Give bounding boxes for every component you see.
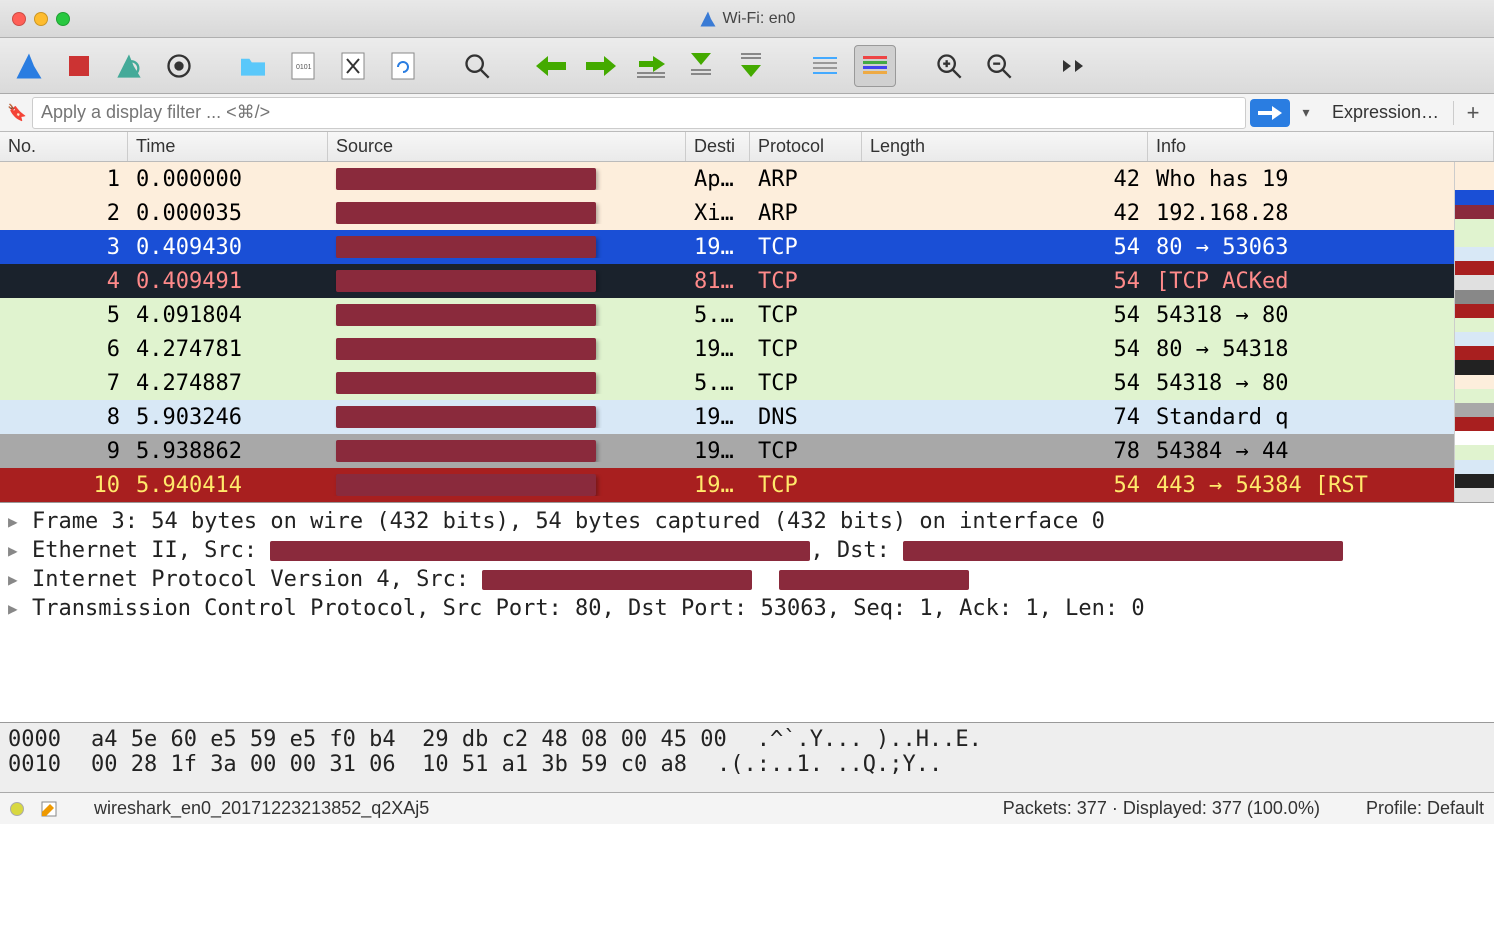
window-title: Wi-Fi: en0 [723,10,796,28]
restart-capture-button[interactable] [108,45,150,87]
packet-list[interactable]: 10.000000Ap…ARP42Who has 1920.000035Xi…A… [0,162,1494,502]
display-filter-input[interactable] [32,97,1246,129]
hex-row[interactable]: 001000 28 1f 3a 00 00 31 06 10 51 a1 3b … [8,752,1486,777]
packet-stats: Packets: 377 · Displayed: 377 (100.0%) [1003,798,1320,819]
goto-packet-button[interactable] [630,45,672,87]
column-time[interactable]: Time [128,132,328,161]
main-toolbar: 0101 [0,38,1494,94]
filter-toolbar: 🔖 ▾ Expression… + [0,94,1494,132]
zoom-out-button[interactable] [978,45,1020,87]
goto-first-button[interactable] [680,45,722,87]
packet-minimap[interactable] [1454,162,1494,502]
detail-frame[interactable]: ▶Frame 3: 54 bytes on wire (432 bits), 5… [0,507,1494,536]
detail-tcp[interactable]: ▶Transmission Control Protocol, Src Port… [0,594,1494,623]
zoom-in-button[interactable] [928,45,970,87]
expand-icon[interactable]: ▶ [8,599,24,618]
window-titlebar: Wi-Fi: en0 [0,0,1494,38]
packet-row[interactable]: 85.90324619…DNS74Standard q [0,400,1494,434]
svg-text:0101: 0101 [296,64,312,71]
packet-row[interactable]: 20.000035Xi…ARP42192.168.28 [0,196,1494,230]
save-file-button[interactable]: 0101 [282,45,324,87]
more-button[interactable] [1052,45,1094,87]
packet-details[interactable]: ▶Frame 3: 54 bytes on wire (432 bits), 5… [0,502,1494,722]
packet-list-header: No. Time Source Desti Protocol Length In… [0,132,1494,162]
detail-ethernet[interactable]: ▶Ethernet II, Src: , Dst: [0,536,1494,565]
packet-row[interactable]: 64.27478119…TCP5480 → 54318 [0,332,1494,366]
packet-row[interactable]: 95.93886219…TCP7854384 → 44 [0,434,1494,468]
find-button[interactable] [456,45,498,87]
forward-button[interactable] [580,45,622,87]
open-file-button[interactable] [232,45,274,87]
packet-row[interactable]: 40.40949181…TCP54[TCP ACKed [0,264,1494,298]
expand-icon[interactable]: ▶ [8,541,24,560]
hex-row[interactable]: 0000a4 5e 60 e5 59 e5 f0 b4 29 db c2 48 … [8,727,1486,752]
edit-icon[interactable] [40,800,58,818]
app-icon [699,10,717,28]
packet-row[interactable]: 30.40943019…TCP5480 → 53063 [0,230,1494,264]
packet-row[interactable]: 105.94041419…TCP54443 → 54384 [RST [0,468,1494,502]
colorize-button[interactable] [854,45,896,87]
back-button[interactable] [530,45,572,87]
column-info[interactable]: Info [1148,132,1494,161]
options-button[interactable] [158,45,200,87]
expert-info-icon[interactable] [10,802,24,816]
stop-capture-button[interactable] [58,45,100,87]
close-file-button[interactable] [332,45,374,87]
profile-label[interactable]: Profile: Default [1366,798,1484,819]
capture-file-label: wireshark_en0_20171223213852_q2XAj5 [94,798,429,819]
add-filter-button[interactable]: + [1458,100,1488,126]
expand-icon[interactable]: ▶ [8,570,24,589]
packet-row[interactable]: 74.2748875.…TCP5454318 → 80 [0,366,1494,400]
goto-last-button[interactable] [730,45,772,87]
expand-icon[interactable]: ▶ [8,512,24,531]
packet-row[interactable]: 54.0918045.…TCP5454318 → 80 [0,298,1494,332]
packet-bytes[interactable]: 0000a4 5e 60 e5 59 e5 f0 b4 29 db c2 48 … [0,722,1494,792]
detail-ip[interactable]: ▶Internet Protocol Version 4, Src: [0,565,1494,594]
column-destination[interactable]: Desti [686,132,750,161]
expression-button[interactable]: Expression… [1322,102,1449,123]
bookmark-icon[interactable]: 🔖 [6,102,28,124]
shark-fin-icon[interactable] [8,45,50,87]
status-bar: wireshark_en0_20171223213852_q2XAj5 Pack… [0,792,1494,824]
reload-file-button[interactable] [382,45,424,87]
column-no[interactable]: No. [0,132,128,161]
filter-history-dropdown[interactable]: ▾ [1294,99,1318,127]
packet-row[interactable]: 10.000000Ap…ARP42Who has 19 [0,162,1494,196]
column-source[interactable]: Source [328,132,686,161]
autoscroll-button[interactable] [804,45,846,87]
column-protocol[interactable]: Protocol [750,132,862,161]
apply-filter-button[interactable] [1250,99,1290,127]
column-length[interactable]: Length [862,132,1148,161]
